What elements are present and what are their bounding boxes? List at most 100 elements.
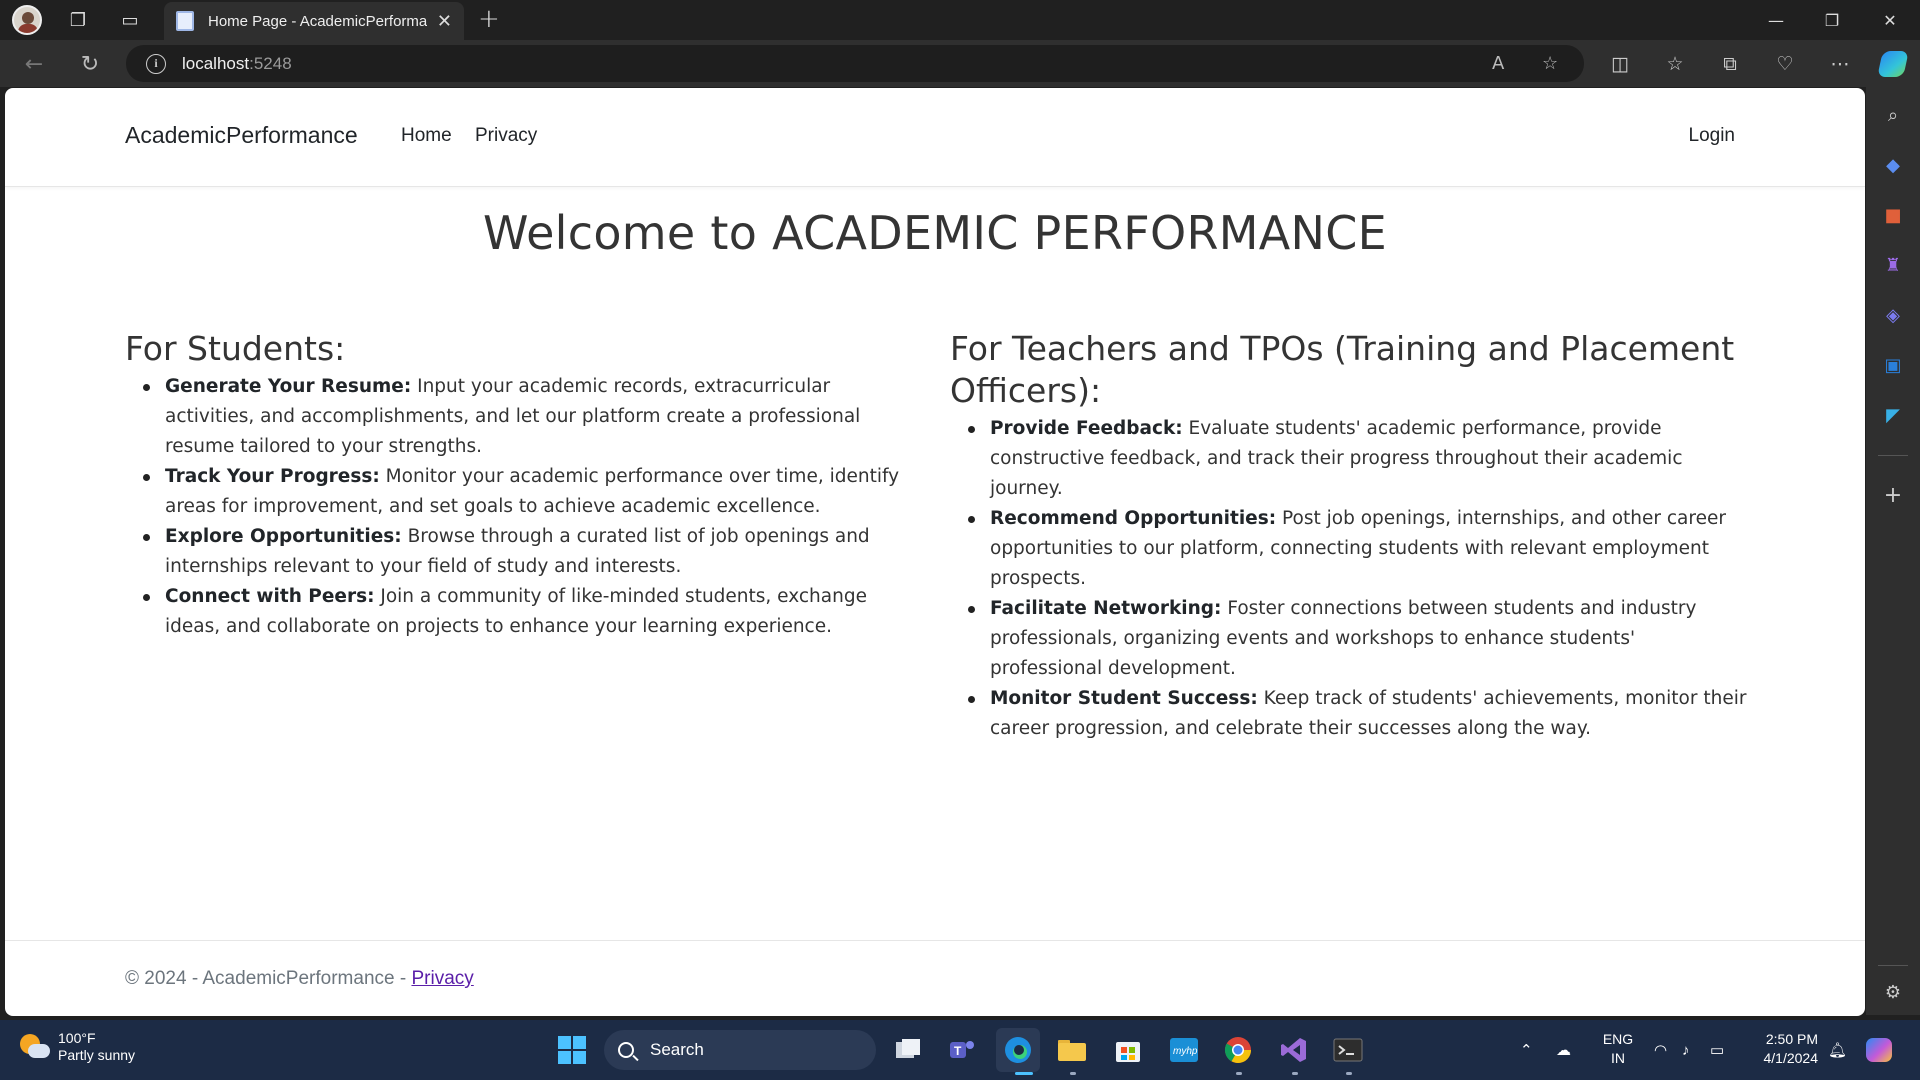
nav-privacy-link[interactable]: Privacy	[475, 125, 537, 147]
onedrive-icon[interactable]: ☁	[1556, 1020, 1571, 1080]
students-list: Generate Your Resume: Input your academi…	[125, 372, 925, 642]
shopping-tag-icon[interactable]: ◆	[1866, 145, 1920, 185]
copilot-taskbar-icon[interactable]	[1866, 1020, 1892, 1080]
page-favicon-icon	[176, 11, 194, 31]
favorite-star-icon[interactable]: ☆	[1542, 45, 1558, 82]
close-window-button[interactable]: ✕	[1862, 0, 1918, 40]
url-port: :5248	[249, 53, 292, 73]
nav-home-link[interactable]: Home	[401, 125, 452, 147]
drop-icon[interactable]: ◤	[1866, 395, 1920, 435]
region-code: IN	[1611, 1050, 1625, 1066]
minimize-button[interactable]: —	[1748, 0, 1804, 40]
site-navbar: AcademicPerformance Home Privacy Login	[5, 88, 1865, 187]
site-info-icon[interactable]: i	[146, 53, 166, 74]
login-link[interactable]: Login	[1689, 125, 1736, 147]
split-screen-icon[interactable]: ◫	[1600, 44, 1640, 84]
myhp-icon[interactable]: myhp	[1162, 1028, 1206, 1072]
outlook-icon[interactable]: ▣	[1866, 345, 1920, 385]
teachers-list: Provide Feedback: Evaluate students' aca…	[950, 414, 1750, 744]
running-indicator	[1346, 1072, 1352, 1075]
terminal-icon[interactable]	[1326, 1028, 1370, 1072]
running-indicator	[1015, 1072, 1033, 1075]
new-tab-button[interactable]: +	[478, 4, 500, 34]
refresh-button[interactable]: ↻	[70, 44, 110, 84]
favorites-icon[interactable]: ☆	[1655, 44, 1695, 84]
teams-icon[interactable]: T	[940, 1028, 984, 1072]
running-indicator	[1292, 1072, 1298, 1075]
address-bar[interactable]: i localhost :5248 A ☆	[126, 45, 1584, 82]
language-code: ENG	[1602, 1031, 1634, 1047]
search-icon[interactable]: ⌕	[1866, 95, 1920, 135]
tab-actions-icon[interactable]: ▭	[110, 0, 150, 40]
list-item: Recommend Opportunities: Post job openin…	[950, 504, 1750, 594]
address-toolbar: ← ↻ i localhost :5248 A ☆ ◫ ☆ ⧉ ♡ ⋯	[0, 40, 1920, 87]
notifications-icon[interactable]: 🔔︎	[1828, 1020, 1847, 1080]
system-clock[interactable]: 2:50 PM 4/1/2024	[1752, 1030, 1819, 1068]
input-language[interactable]: ENG IN	[1598, 1030, 1638, 1068]
footer-privacy-link[interactable]: Privacy	[411, 968, 473, 989]
add-sidebar-icon[interactable]: +	[1866, 475, 1920, 515]
task-view-icon[interactable]	[886, 1028, 930, 1072]
battery-icon[interactable]: ▭	[1710, 1020, 1724, 1080]
students-heading: For Students:	[125, 329, 346, 368]
copilot-icon[interactable]	[1866, 46, 1920, 82]
svg-text:T: T	[954, 1044, 962, 1058]
weather-widget[interactable]: 100°F Partly sunny	[18, 1030, 135, 1064]
taskbar-search-box[interactable]: Search	[604, 1030, 876, 1070]
chrome-icon[interactable]	[1216, 1028, 1260, 1072]
back-button[interactable]: ←	[14, 44, 54, 84]
list-item: Connect with Peers: Join a community of …	[125, 582, 925, 642]
performance-icon[interactable]: ♡	[1765, 44, 1805, 84]
edge-icon[interactable]	[996, 1028, 1040, 1072]
list-item: Provide Feedback: Evaluate students' aca…	[950, 414, 1750, 504]
page-title: Welcome to ACADEMIC PERFORMANCE	[482, 206, 1387, 260]
list-item: Generate Your Resume: Input your academi…	[125, 372, 925, 462]
footer-divider	[5, 940, 1865, 941]
close-tab-icon[interactable]: ✕	[437, 11, 452, 32]
tab-home-page[interactable]: Home Page - AcademicPerformance ✕	[164, 2, 464, 40]
weather-desc: Partly sunny	[58, 1047, 136, 1063]
weather-temp: 100°F	[58, 1030, 96, 1046]
workspaces-icon[interactable]: ❐	[58, 0, 98, 40]
sidebar-divider	[1878, 965, 1908, 966]
taskbar-search-label: Search	[650, 1040, 704, 1059]
file-explorer-icon[interactable]	[1050, 1028, 1094, 1072]
site-brand[interactable]: AcademicPerformance	[125, 122, 358, 149]
start-button[interactable]	[550, 1028, 594, 1072]
tools-icon[interactable]: ■	[1866, 195, 1920, 235]
profile-avatar[interactable]	[12, 5, 42, 35]
students-section: For Students: Generate Your Resume: Inpu…	[125, 328, 925, 642]
url-host: localhost	[182, 53, 250, 73]
running-indicator	[1236, 1072, 1242, 1075]
site-footer: © 2024 - AcademicPerformance - Privacy	[125, 968, 474, 990]
sidebar-settings-icon[interactable]: ⚙	[1866, 972, 1920, 1012]
search-icon	[618, 1042, 634, 1058]
edge-sidebar: ⌕ ◆ ■ ♜ ◈ ▣ ◤ + ⚙	[1866, 87, 1920, 1015]
wifi-icon[interactable]: ◠	[1654, 1020, 1667, 1080]
more-menu-icon[interactable]: ⋯	[1820, 44, 1860, 84]
microsoft365-icon[interactable]: ◈	[1866, 295, 1920, 335]
list-item: Facilitate Networking: Foster connection…	[950, 594, 1750, 684]
teachers-section: For Teachers and TPOs (Training and Plac…	[950, 328, 1750, 744]
teachers-heading: For Teachers and TPOs (Training and Plac…	[950, 329, 1735, 410]
windows-taskbar: 100°F Partly sunny Search T myhp ⌃ ☁ ENG…	[0, 1020, 1920, 1080]
page-viewport: AcademicPerformance Home Privacy Login W…	[5, 88, 1865, 1016]
collections-icon[interactable]: ⧉	[1710, 44, 1750, 84]
restore-button[interactable]: ❐	[1804, 0, 1860, 40]
show-hidden-icons[interactable]: ⌃	[1520, 1020, 1533, 1080]
games-icon[interactable]: ♜	[1866, 245, 1920, 285]
list-item: Track Your Progress: Monitor your academ…	[125, 462, 925, 522]
clock-time: 2:50 PM	[1765, 1031, 1818, 1047]
visual-studio-icon[interactable]	[1272, 1028, 1316, 1072]
partly-sunny-icon	[18, 1032, 50, 1062]
browser-title-bar: ❐ ▭ Home Page - AcademicPerformance ✕ + …	[0, 0, 1920, 40]
microsoft-store-icon[interactable]	[1106, 1028, 1150, 1072]
list-item: Monitor Student Success: Keep track of s…	[950, 684, 1750, 744]
clock-date: 4/1/2024	[1763, 1050, 1819, 1066]
tab-title: Home Page - AcademicPerformance	[208, 12, 427, 30]
read-aloud-icon[interactable]: A	[1492, 45, 1504, 82]
list-item: Explore Opportunities: Browse through a …	[125, 522, 925, 582]
svg-text:myhp: myhp	[1173, 1046, 1198, 1057]
footer-copyright: © 2024 - AcademicPerformance -	[125, 968, 412, 989]
volume-icon[interactable]: ♪	[1682, 1020, 1690, 1080]
